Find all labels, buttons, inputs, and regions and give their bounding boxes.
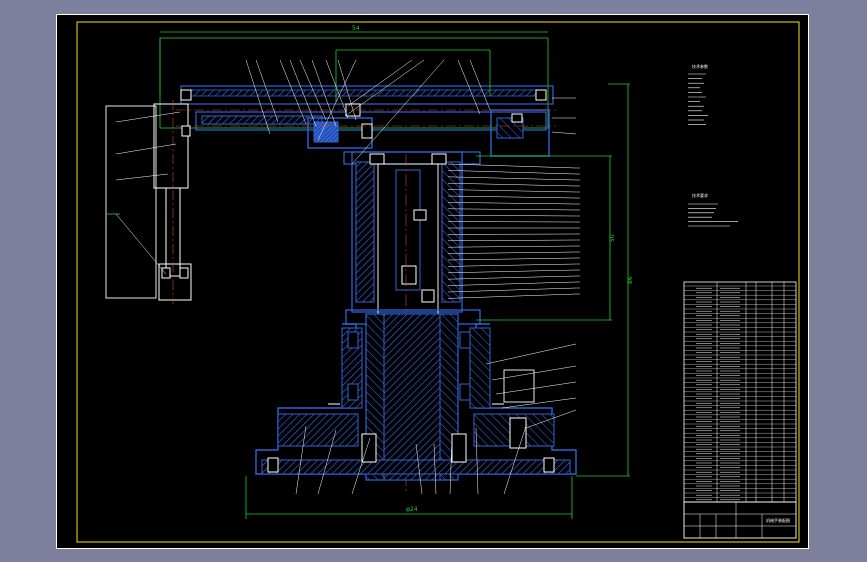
leader-line — [469, 59, 491, 111]
title-block: 机械手装配图 — [683, 501, 797, 539]
leader-line — [447, 263, 577, 267]
leader-line — [115, 173, 169, 181]
assembly-drawing: φ24 86 50 54 技术参数 技术要求 机械手装配图 — [56, 14, 809, 549]
notes-block1-lines — [688, 73, 708, 125]
leader-line — [447, 269, 577, 274]
leader-line — [447, 293, 577, 299]
top-dim-label: 54 — [352, 25, 360, 32]
leader-line — [115, 213, 167, 275]
right-dim-label: 50 — [609, 234, 616, 242]
leader-line — [447, 251, 577, 254]
leader-line — [347, 59, 413, 107]
leader-line — [485, 343, 577, 365]
technical-notes: 技术参数 技术要求 — [688, 63, 738, 227]
gripper-assembly — [105, 100, 192, 304]
leader-line — [447, 287, 577, 293]
notes-block1-title: 技术参数 — [692, 63, 708, 69]
leader-line — [447, 245, 577, 248]
leader-line — [447, 182, 577, 187]
cad-viewport[interactable]: φ24 86 50 54 技术参数 技术要求 机械手装配图 — [0, 0, 867, 562]
leader-line — [115, 111, 181, 123]
leader-line — [447, 281, 577, 286]
notes-block2-lines — [688, 203, 738, 227]
leader-line — [551, 131, 577, 135]
leader-line — [447, 202, 577, 205]
parts-list-table — [683, 281, 797, 503]
leader-line — [115, 143, 177, 155]
base-housing — [255, 309, 577, 481]
leader-line — [447, 257, 577, 261]
leader-line — [447, 275, 577, 280]
leader-line — [447, 176, 577, 181]
title-block-name: 机械手装配图 — [766, 517, 790, 523]
leader-line — [457, 59, 481, 115]
overall-width-label: φ24 — [406, 506, 418, 513]
leader-line — [501, 397, 577, 409]
leader-line — [495, 381, 577, 395]
leader-line — [325, 59, 349, 119]
leader-line — [447, 214, 577, 217]
parts-table-rows — [684, 285, 796, 501]
leader-line — [447, 239, 577, 242]
horizontal-arm — [159, 37, 556, 165]
leader-line — [447, 170, 577, 175]
leader-line — [447, 208, 577, 211]
drawing-sheet: φ24 86 50 54 技术参数 技术要求 机械手装配图 — [56, 14, 809, 549]
leader-line — [447, 163, 577, 169]
notes-block2-title: 技术要求 — [692, 192, 708, 198]
leader-line — [447, 195, 577, 199]
leader-line — [447, 189, 577, 193]
leader-line — [347, 59, 425, 115]
height-dim-label: 86 — [627, 276, 634, 284]
